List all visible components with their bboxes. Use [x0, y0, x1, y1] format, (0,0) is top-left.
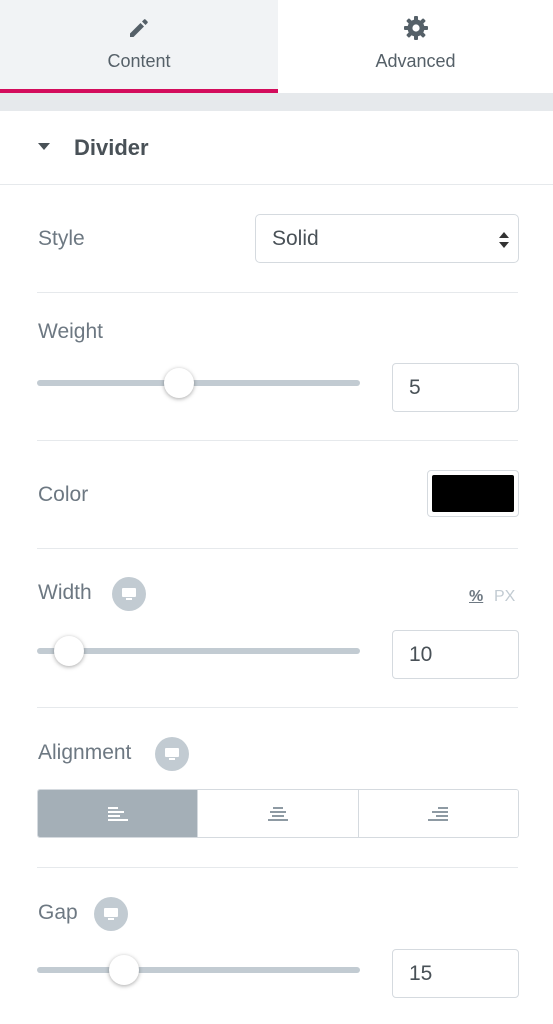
align-right-button[interactable]	[357, 790, 518, 837]
select-arrows-icon	[499, 232, 509, 248]
align-center-icon	[267, 806, 288, 821]
control-separator	[37, 548, 518, 549]
style-select-value: Solid	[272, 227, 319, 250]
width-input[interactable]	[392, 630, 519, 679]
desktop-icon	[122, 588, 136, 600]
responsive-device-button[interactable]	[112, 577, 146, 611]
gap-input[interactable]	[392, 949, 519, 998]
tab-content[interactable]: Content	[0, 0, 278, 93]
responsive-device-button[interactable]	[94, 897, 128, 931]
style-select[interactable]: Solid	[255, 214, 519, 263]
style-label: Style	[38, 227, 85, 250]
width-slider-track[interactable]	[37, 648, 360, 654]
control-separator	[37, 867, 518, 868]
weight-slider-thumb[interactable]	[164, 368, 195, 398]
control-separator	[37, 440, 518, 441]
pencil-icon	[130, 19, 148, 37]
alignment-label: Alignment	[38, 741, 132, 764]
gap-slider-track[interactable]	[37, 967, 360, 973]
color-label: Color	[38, 483, 89, 506]
color-picker[interactable]	[427, 470, 519, 517]
desktop-icon	[104, 908, 118, 920]
responsive-device-button[interactable]	[155, 737, 189, 771]
color-swatch	[432, 475, 514, 512]
gear-icon	[403, 16, 428, 40]
panel-separator	[0, 93, 553, 111]
desktop-icon	[165, 748, 179, 760]
width-slider-thumb[interactable]	[54, 636, 85, 666]
align-left-button[interactable]	[38, 790, 198, 837]
tab-content-label: Content	[107, 51, 171, 71]
weight-slider-track[interactable]	[37, 380, 360, 386]
control-separator	[37, 707, 518, 708]
section-header-divider[interactable]: Divider	[0, 111, 553, 185]
weight-input[interactable]	[392, 363, 519, 412]
unit-px[interactable]: PX	[494, 588, 515, 606]
align-center-button[interactable]	[197, 790, 358, 837]
caret-down-icon	[38, 143, 50, 150]
weight-label: Weight	[38, 320, 103, 343]
gap-slider-thumb[interactable]	[109, 955, 140, 985]
align-right-icon	[428, 806, 449, 821]
section-title: Divider	[74, 135, 149, 160]
alignment-choose-group	[37, 789, 519, 838]
width-label: Width	[38, 581, 92, 604]
control-separator	[37, 292, 518, 293]
panel-tabs: Content Advanced	[0, 0, 553, 93]
tab-advanced-label: Advanced	[375, 51, 456, 71]
gap-label: Gap	[38, 901, 78, 924]
align-left-icon	[107, 806, 128, 821]
tab-advanced[interactable]: Advanced	[278, 0, 553, 93]
unit-percent[interactable]: %	[469, 588, 483, 606]
